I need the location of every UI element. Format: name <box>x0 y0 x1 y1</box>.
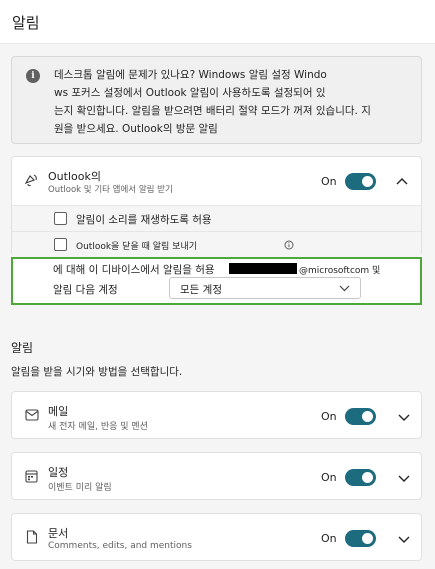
mail-title: 메일 <box>48 405 69 418</box>
mail-expand-chevron-icon[interactable] <box>397 410 411 424</box>
calendar-toggle-label: On <box>321 471 337 484</box>
page-title: 알림 <box>12 14 40 32</box>
document-toggle-label: On <box>321 532 337 545</box>
info-line-3: 는지 확인합니다. 알림을 받으려면 배터리 절약 모드가 꺼져 있습니다. 지 <box>54 105 371 117</box>
calendar-title: 일정 <box>48 466 69 479</box>
email-suffix: @microsoftcom 및 <box>299 266 381 276</box>
info-line-1: 데스크톱 알림에 문제가 있나요? Windows 알림 설정 Windo <box>54 69 327 81</box>
chevron-up-icon[interactable] <box>395 175 409 189</box>
redacted-email <box>229 263 297 274</box>
calendar-icon <box>25 470 38 483</box>
option-row-sound: 알림이 소리를 재생하도록 허용 <box>12 205 421 231</box>
info-icon: i <box>26 69 40 83</box>
mail-toggle-label: On <box>321 410 337 423</box>
notifications-section-description: 알림을 받을 시기와 방법을 선택합니다. <box>11 366 183 378</box>
document-subtitle: Comments, edits, and mentions <box>48 541 192 551</box>
outlook-title: Outlook의 <box>48 170 101 183</box>
account-label: 알림 다음 계정 <box>53 284 118 296</box>
outlook-subtitle: Outlook 및 기타 앱에서 알림 받기 <box>48 185 173 195</box>
document-expand-chevron-icon[interactable] <box>397 532 411 546</box>
document-icon <box>26 530 38 544</box>
account-select[interactable]: 모든 계정 <box>169 277 361 299</box>
option-row-closed: Outlook을 닫을 때 알림 보내기 <box>12 231 421 257</box>
sound-option-label: 알림이 소리를 재생하도록 허용 <box>76 214 212 226</box>
device-account-row: 에 대해 이 디바이스에서 알림을 허용 @microsoftcom 및 알림 … <box>11 257 422 305</box>
document-notification-card: 문서 Comments, edits, and mentions On <box>11 513 422 561</box>
info-line-2: ws 포커스 설정에서 Outlook 알림이 사용하도록 설정되어 있 <box>54 87 326 99</box>
calendar-toggle[interactable] <box>345 469 376 486</box>
outlook-toggle[interactable] <box>345 173 376 190</box>
page-header: 알림 <box>0 0 435 44</box>
info-banner: i 데스크톱 알림에 문제가 있나요? Windows 알림 설정 Windo … <box>11 56 422 144</box>
mail-subtitle: 새 전자 메일, 반응 및 멘션 <box>48 422 148 432</box>
mail-icon <box>25 409 39 421</box>
mail-notification-card: 메일 새 전자 메일, 반응 및 멘션 On <box>11 391 422 439</box>
outlook-toggle-label: On <box>321 175 337 188</box>
document-title: 문서 <box>48 527 69 540</box>
chevron-down-icon <box>339 285 350 292</box>
calendar-expand-chevron-icon[interactable] <box>397 471 411 485</box>
account-select-value: 모든 계정 <box>180 284 222 296</box>
notification-sound-icon <box>24 174 37 187</box>
closed-option-label: Outlook을 닫을 때 알림 보내기 <box>76 242 198 252</box>
calendar-subtitle: 이벤트 미리 알림 <box>48 483 112 493</box>
calendar-notification-card: 일정 이벤트 미리 알림 On <box>11 452 422 500</box>
notifications-section-title: 알림 <box>11 341 34 355</box>
info-circle-icon[interactable] <box>284 240 294 250</box>
outlook-notification-card: Outlook의 Outlook 및 기타 앱에서 알림 받기 On 알림이 소… <box>11 156 422 257</box>
sound-checkbox[interactable] <box>54 212 67 225</box>
closed-checkbox[interactable] <box>54 238 67 251</box>
device-allow-text: 에 대해 이 디바이스에서 알림을 허용 <box>53 264 215 276</box>
document-toggle[interactable] <box>345 530 376 547</box>
info-line-4[interactable]: 원을 받으세요. Outlook의 방문 알림 <box>54 120 411 138</box>
mail-toggle[interactable] <box>345 408 376 425</box>
